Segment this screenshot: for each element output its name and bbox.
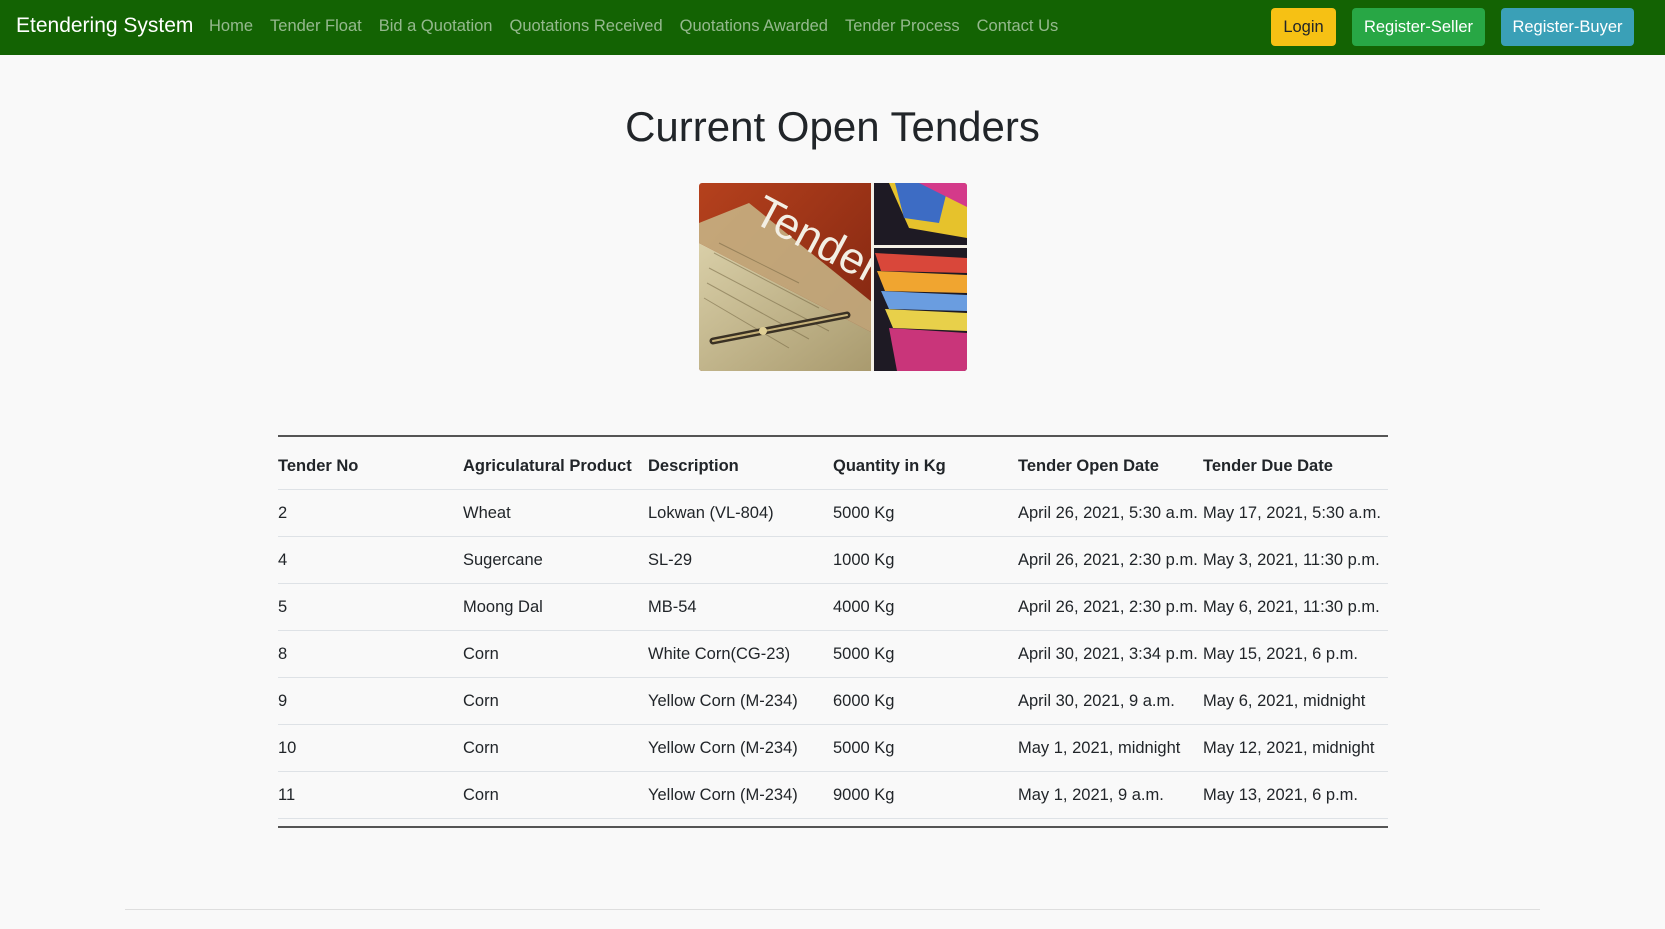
nav-link-bid-quotation[interactable]: Bid a Quotation (379, 17, 493, 36)
auth-buttons: Login Register-Seller Register-Buyer (1271, 8, 1634, 46)
cell-description: White Corn(CG-23) (648, 630, 833, 678)
cell-description: Yellow Corn (M-234) (648, 771, 833, 819)
tenders-table: Tender No Agriculatural Product Descript… (278, 437, 1388, 819)
header-due-date: Tender Due Date (1203, 437, 1388, 490)
cell-product: Corn (463, 630, 648, 678)
cell-open-date: April 30, 2021, 3:34 p.m. (1018, 630, 1203, 678)
header-description: Description (648, 437, 833, 490)
cell-tender-no: 11 (278, 771, 463, 819)
cell-due-date: May 13, 2021, 6 p.m. (1203, 771, 1388, 819)
cell-quantity: 5000 Kg (833, 630, 1018, 678)
tenders-table-container: Tender No Agriculatural Product Descript… (278, 435, 1388, 819)
cell-open-date: April 26, 2021, 2:30 p.m. (1018, 583, 1203, 631)
brand-link[interactable]: Etendering System (16, 14, 193, 38)
nav-link-home[interactable]: Home (209, 17, 253, 36)
cell-quantity: 5000 Kg (833, 489, 1018, 537)
cell-quantity: 9000 Kg (833, 771, 1018, 819)
cell-open-date: May 1, 2021, 9 a.m. (1018, 771, 1203, 819)
cell-description: Lokwan (VL-804) (648, 489, 833, 537)
header-open-date: Tender Open Date (1018, 437, 1203, 490)
cell-product: Moong Dal (463, 583, 648, 631)
cell-tender-no: 5 (278, 583, 463, 631)
cell-description: SL-29 (648, 536, 833, 584)
header-quantity: Quantity in Kg (833, 437, 1018, 490)
header-agricultural-product: Agriculatural Product (463, 437, 648, 490)
nav-link-contact-us[interactable]: Contact Us (977, 17, 1059, 36)
page-title: Current Open Tenders (625, 103, 1040, 150)
table-row: 5 Moong Dal MB-54 4000 Kg April 26, 2021… (278, 583, 1388, 631)
login-button[interactable]: Login (1271, 8, 1336, 46)
table-row: 4 Sugercane SL-29 1000 Kg April 26, 2021… (278, 536, 1388, 584)
nav-link-tender-process[interactable]: Tender Process (845, 17, 960, 36)
cell-quantity: 4000 Kg (833, 583, 1018, 631)
cell-tender-no: 10 (278, 724, 463, 772)
cell-quantity: 1000 Kg (833, 536, 1018, 584)
cell-product: Corn (463, 724, 648, 772)
cell-open-date: May 1, 2021, midnight (1018, 724, 1203, 772)
cell-tender-no: 4 (278, 536, 463, 584)
nav-link-quotations-received[interactable]: Quotations Received (509, 17, 662, 36)
cell-product: Sugercane (463, 536, 648, 584)
nav-link-quotations-awarded[interactable]: Quotations Awarded (680, 17, 828, 36)
nav-links: Home Tender Float Bid a Quotation Quotat… (209, 17, 1075, 36)
register-seller-button[interactable]: Register-Seller (1352, 8, 1485, 46)
table-row: 10 Corn Yellow Corn (M-234) 5000 Kg May … (278, 724, 1388, 772)
cell-due-date: May 6, 2021, midnight (1203, 677, 1388, 725)
cell-due-date: May 15, 2021, 6 p.m. (1203, 630, 1388, 678)
table-row: 9 Corn Yellow Corn (M-234) 6000 Kg April… (278, 677, 1388, 725)
table-row: 11 Corn Yellow Corn (M-234) 9000 Kg May … (278, 771, 1388, 819)
cell-description: Yellow Corn (M-234) (648, 677, 833, 725)
footer-divider (125, 909, 1540, 910)
cell-tender-no: 9 (278, 677, 463, 725)
cell-quantity: 6000 Kg (833, 677, 1018, 725)
cell-open-date: April 30, 2021, 9 a.m. (1018, 677, 1203, 725)
cell-due-date: May 6, 2021, 11:30 p.m. (1203, 583, 1388, 631)
table-row: 8 Corn White Corn(CG-23) 5000 Kg April 3… (278, 630, 1388, 678)
register-buyer-button[interactable]: Register-Buyer (1501, 8, 1634, 46)
cell-tender-no: 8 (278, 630, 463, 678)
cell-tender-no: 2 (278, 489, 463, 537)
table-bottom-rule (278, 826, 1388, 828)
cell-open-date: April 26, 2021, 5:30 a.m. (1018, 489, 1203, 537)
cell-product: Corn (463, 677, 648, 725)
cell-due-date: May 12, 2021, midnight (1203, 724, 1388, 772)
tenders-hero-image: Tenders (699, 183, 967, 371)
cell-due-date: May 3, 2021, 11:30 p.m. (1203, 536, 1388, 584)
table-header-row: Tender No Agriculatural Product Descript… (278, 437, 1388, 490)
cell-due-date: May 17, 2021, 5:30 a.m. (1203, 489, 1388, 537)
cell-product: Wheat (463, 489, 648, 537)
cell-description: MB-54 (648, 583, 833, 631)
cell-product: Corn (463, 771, 648, 819)
cell-open-date: April 26, 2021, 2:30 p.m. (1018, 536, 1203, 584)
cell-quantity: 5000 Kg (833, 724, 1018, 772)
header-tender-no: Tender No (278, 437, 463, 490)
table-row: 2 Wheat Lokwan (VL-804) 5000 Kg April 26… (278, 489, 1388, 537)
top-navbar: Etendering System Home Tender Float Bid … (0, 0, 1665, 55)
cell-description: Yellow Corn (M-234) (648, 724, 833, 772)
nav-link-tender-float[interactable]: Tender Float (270, 17, 362, 36)
